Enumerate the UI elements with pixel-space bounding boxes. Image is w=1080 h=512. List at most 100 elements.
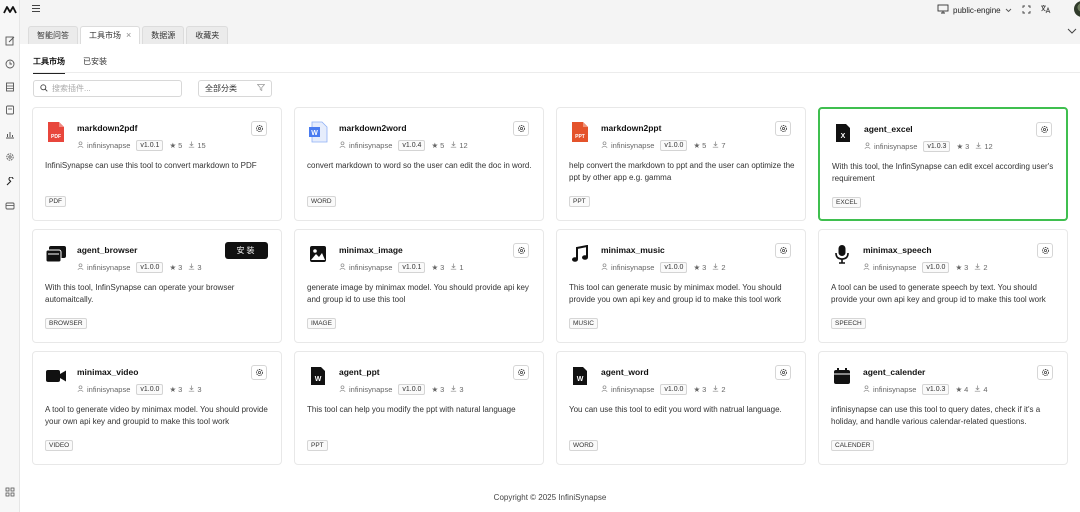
- tool-name: agent_browser: [77, 245, 138, 255]
- tool-description: This tool can generate music by minimax …: [569, 283, 782, 304]
- tool-meta: infinisynapse v1.0.1 ★ 5 15: [77, 140, 206, 151]
- tool-card-markdown2word[interactable]: W markdown2word infinisynapse v1.0.4 ★ 5 …: [294, 107, 544, 221]
- user-icon: [77, 141, 84, 150]
- user-icon: [601, 141, 608, 150]
- version-badge: v1.0.1: [398, 262, 426, 273]
- tool-grid: PDF markdown2pdf infinisynapse v1.0.1 ★ 5…: [32, 107, 1068, 465]
- tool-card-agent-word[interactable]: W agent_word infinisynapse v1.0.0 ★ 3 2 Y…: [556, 351, 806, 465]
- user-avatar[interactable]: [1074, 1, 1080, 17]
- version-badge: v1.0.3: [923, 141, 951, 152]
- tool-tag: WORD: [569, 440, 598, 451]
- calendar-icon: [831, 364, 853, 388]
- search-box[interactable]: [33, 80, 182, 97]
- tool-card-markdown2ppt[interactable]: PPT markdown2ppt infinisynapse v1.0.0 ★ 5…: [556, 107, 806, 221]
- star-icon: ★: [169, 141, 177, 150]
- pdf-file-icon: PDF: [45, 120, 67, 144]
- user-icon: [77, 385, 84, 394]
- translate-icon[interactable]: [1039, 3, 1051, 15]
- download-count: 12: [984, 142, 993, 151]
- tool-card-agent-calender[interactable]: agent_calender infinisynapse v1.0.3 ★ 4 4…: [818, 351, 1068, 465]
- star-icon: ★: [955, 263, 963, 272]
- gear-icon[interactable]: [1037, 365, 1053, 380]
- star-icon: ★: [431, 141, 439, 150]
- tool-card-agent-browser[interactable]: agent_browser infinisynapse v1.0.0 ★ 3 3 …: [32, 229, 282, 343]
- left-rail: [0, 0, 20, 512]
- tools-icon[interactable]: [4, 176, 16, 188]
- engine-selector[interactable]: public-engine: [937, 3, 1012, 17]
- monitor-icon: [937, 4, 949, 16]
- tab-favorites[interactable]: 收藏夹: [186, 26, 229, 44]
- gear-icon[interactable]: [251, 365, 267, 380]
- star-icon: ★: [693, 263, 701, 272]
- tool-tag: VIDEO: [45, 440, 74, 451]
- tab-tool-market[interactable]: 工具市场 ×: [80, 26, 141, 44]
- search-icon: [40, 83, 48, 94]
- author-label: infinisynapse: [611, 385, 655, 394]
- gear-icon[interactable]: [513, 365, 529, 380]
- tool-tag: SPEECH: [831, 318, 866, 329]
- tool-description: With this tool, the InfinSynapse can edi…: [832, 162, 1054, 183]
- gear-icon[interactable]: [775, 121, 791, 136]
- tool-card-minimax-music[interactable]: minimax_music infinisynapse v1.0.0 ★ 3 2 …: [556, 229, 806, 343]
- star-icon: ★: [169, 385, 177, 394]
- database-icon[interactable]: [4, 81, 16, 93]
- author-label: infinisynapse: [87, 141, 131, 150]
- bar-chart-icon[interactable]: [4, 128, 16, 140]
- star-count: 3: [440, 263, 445, 272]
- gear-icon[interactable]: [775, 243, 791, 258]
- gear-icon[interactable]: [1037, 243, 1053, 258]
- video-camera-icon: [45, 364, 67, 388]
- star-count: 3: [702, 385, 707, 394]
- tool-name: agent_calender: [863, 367, 926, 377]
- tool-meta: infinisynapse v1.0.0 ★ 3 2: [601, 262, 726, 273]
- fullscreen-icon[interactable]: [1020, 3, 1032, 15]
- download-count: 4: [983, 385, 988, 394]
- tool-tag: IMAGE: [307, 318, 336, 329]
- gear-icon[interactable]: [513, 121, 529, 136]
- download-count: 1: [459, 263, 464, 272]
- install-button[interactable]: 安装: [225, 242, 268, 259]
- card-icon[interactable]: [4, 200, 16, 212]
- tool-name: agent_excel: [864, 124, 913, 134]
- download-count: 12: [459, 141, 468, 150]
- document-icon[interactable]: [4, 104, 16, 116]
- tool-card-minimax-speech[interactable]: minimax_speech infinisynapse v1.0.0 ★ 3 2…: [818, 229, 1068, 343]
- download-count: 2: [721, 385, 726, 394]
- history-icon[interactable]: [4, 58, 16, 70]
- svg-text:W: W: [311, 130, 318, 137]
- tool-name: markdown2word: [339, 123, 407, 133]
- category-select[interactable]: 全部分类: [198, 80, 272, 97]
- close-icon[interactable]: ×: [126, 31, 131, 40]
- gear-icon[interactable]: [513, 243, 529, 258]
- search-input[interactable]: [52, 84, 172, 93]
- grid-apps-icon[interactable]: [4, 486, 16, 498]
- author-label: infinisynapse: [87, 385, 131, 394]
- user-icon: [339, 141, 346, 150]
- gear-icon[interactable]: [775, 365, 791, 380]
- edit-icon[interactable]: [4, 35, 16, 47]
- gear-icon[interactable]: [1036, 122, 1052, 137]
- tool-card-minimax-video[interactable]: minimax_video infinisynapse v1.0.0 ★ 3 3 …: [32, 351, 282, 465]
- tool-name: minimax_image: [339, 245, 403, 255]
- tabs-chevron-down-icon[interactable]: [1067, 28, 1077, 36]
- tool-tag: PPT: [569, 196, 590, 207]
- star-count: 5: [178, 141, 183, 150]
- svg-text:PDF: PDF: [51, 134, 61, 140]
- tool-card-markdown2pdf[interactable]: PDF markdown2pdf infinisynapse v1.0.1 ★ 5…: [32, 107, 282, 221]
- tool-meta: infinisynapse v1.0.0 ★ 3 2: [863, 262, 988, 273]
- user-icon: [864, 142, 871, 151]
- tab-data-source[interactable]: 数据源: [142, 26, 185, 44]
- tool-card-minimax-image[interactable]: minimax_image infinisynapse v1.0.1 ★ 3 1 …: [294, 229, 544, 343]
- tab-smart-qa[interactable]: 智能问答: [28, 26, 78, 44]
- star-icon: ★: [431, 263, 439, 272]
- gear-icon[interactable]: [251, 121, 267, 136]
- funnel-icon: [256, 84, 266, 93]
- settings-icon[interactable]: [4, 151, 16, 163]
- tool-card-agent-ppt[interactable]: W agent_ppt infinisynapse v1.0.0 ★ 3 3 Th…: [294, 351, 544, 465]
- ppt-doc-icon: W: [307, 364, 329, 388]
- app-logo-icon[interactable]: [3, 4, 17, 16]
- download-count: 3: [197, 263, 202, 272]
- menu-icon[interactable]: [31, 4, 43, 14]
- star-count: 4: [964, 385, 969, 394]
- tool-card-agent-excel[interactable]: X agent_excel infinisynapse v1.0.3 ★ 3 12…: [818, 107, 1068, 221]
